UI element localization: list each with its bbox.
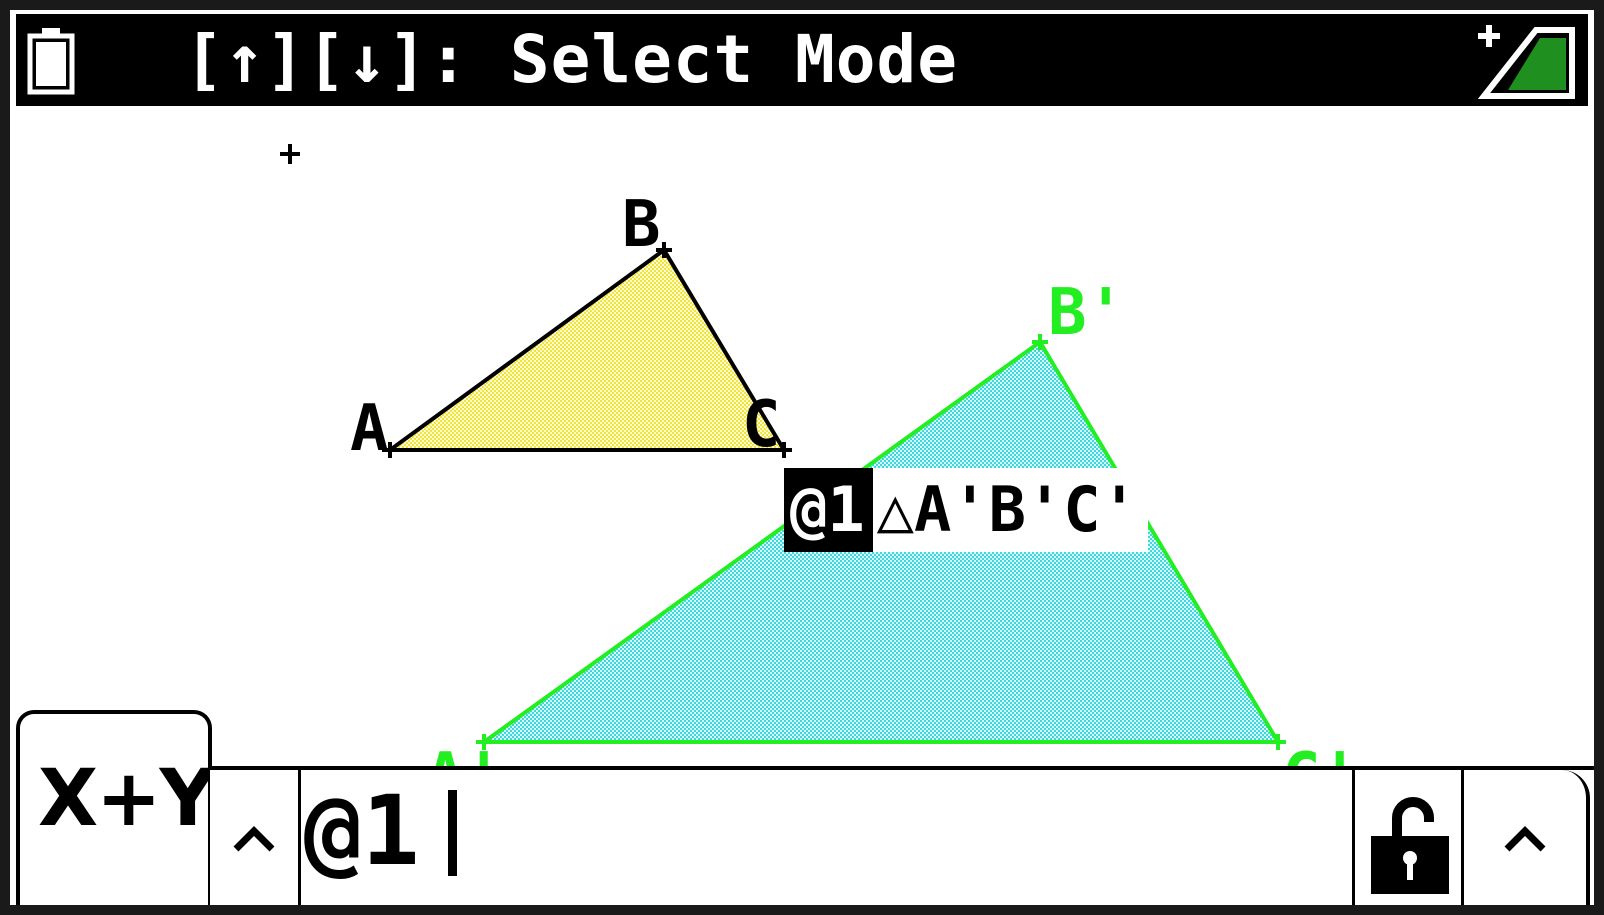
command-input-value: @1 bbox=[304, 775, 420, 887]
vertex-b-label: B bbox=[622, 188, 661, 262]
object-label-popup[interactable]: @1 △A'B'C' bbox=[784, 468, 1148, 552]
right-caret-button[interactable] bbox=[1464, 770, 1590, 905]
battery-icon bbox=[27, 28, 75, 95]
vertex-a-label: A bbox=[350, 392, 389, 466]
power-signal-icon bbox=[1478, 25, 1575, 99]
vertex-b-prime-label: B' bbox=[1048, 276, 1125, 350]
free-point[interactable] bbox=[280, 144, 300, 164]
command-input[interactable]: @1 bbox=[300, 770, 1350, 905]
unlock-icon bbox=[1371, 797, 1449, 894]
lock-button[interactable] bbox=[1352, 770, 1464, 905]
caret-up-icon bbox=[233, 826, 275, 852]
input-bar: @1 bbox=[210, 766, 1594, 905]
triangle-abc[interactable] bbox=[383, 247, 788, 452]
text-cursor bbox=[448, 790, 457, 876]
left-caret-button[interactable] bbox=[210, 770, 301, 905]
popup-object-name: △A'B'C' bbox=[872, 468, 1148, 552]
popup-index-badge: @1 bbox=[784, 468, 873, 552]
tab-xy[interactable]: X+Y bbox=[16, 710, 216, 905]
status-bar: [↑][↓]: Select Mode bbox=[16, 14, 1588, 106]
vertex-c-label: C bbox=[742, 388, 781, 462]
calculator-screen: [↑][↓]: Select Mode A B C B' @1 △A'B'C' … bbox=[10, 10, 1594, 905]
status-mode-text: [↑][↓]: Select Mode bbox=[184, 21, 958, 98]
caret-up-icon bbox=[1504, 826, 1546, 852]
tab-xy-label: X+Y bbox=[38, 754, 216, 844]
